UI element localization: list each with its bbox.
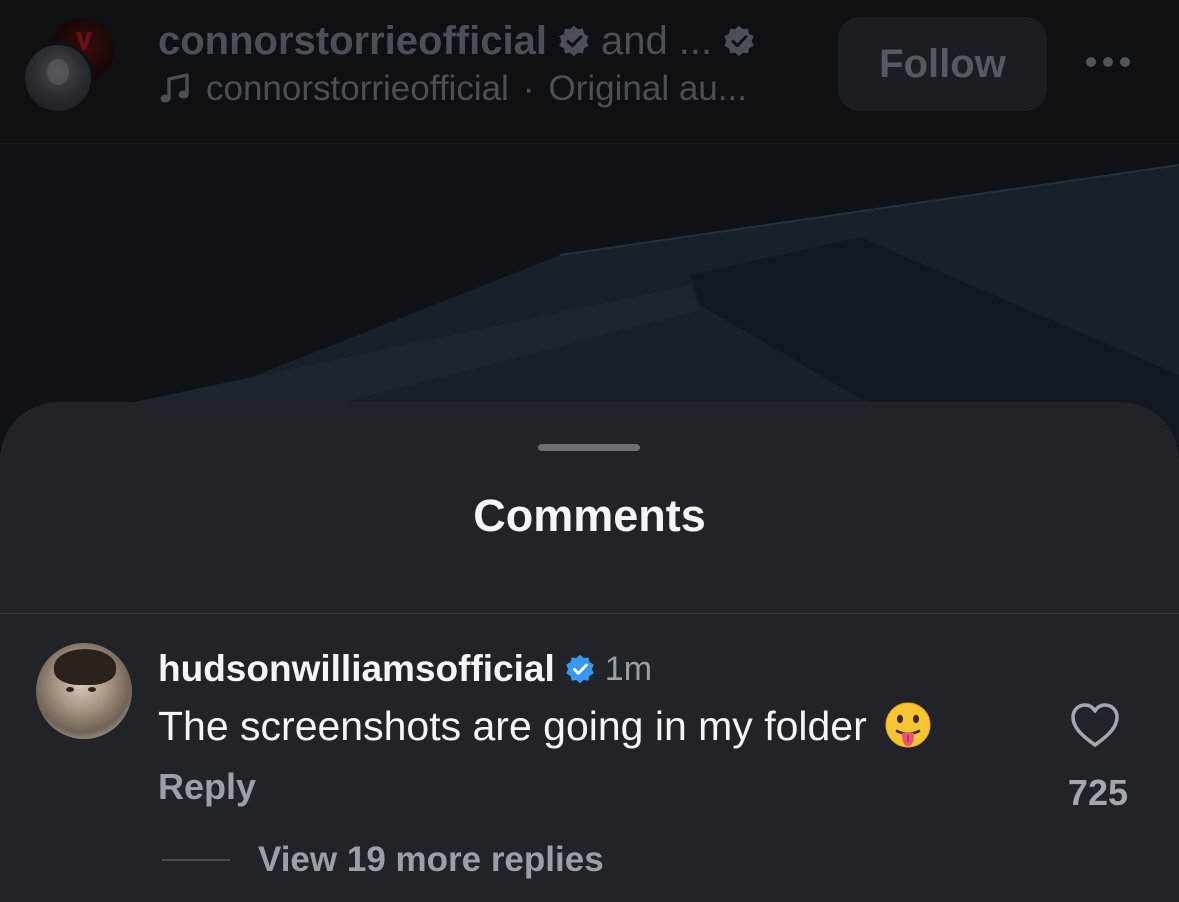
video-background bbox=[0, 145, 1179, 445]
comment-text-row: The screenshots are going in my folder bbox=[158, 702, 933, 750]
comment-header: hudsonwilliamsofficial 1m bbox=[158, 646, 652, 692]
comments-sheet: Comments hudsonwilliamsofficial 1m The s… bbox=[0, 402, 1179, 902]
face-with-tongue-icon bbox=[885, 702, 931, 748]
music-note-icon bbox=[160, 73, 189, 103]
verified-badge-icon bbox=[724, 25, 754, 57]
collab-avatars[interactable] bbox=[22, 16, 122, 116]
commenter-username[interactable]: hudsonwilliamsofficial bbox=[158, 648, 555, 690]
commenter-avatar[interactable] bbox=[36, 643, 132, 739]
replies-divider-line bbox=[162, 859, 230, 861]
divider bbox=[0, 613, 1179, 614]
author-username-row[interactable]: connorstorrieofficial and ... bbox=[158, 18, 756, 64]
audio-row[interactable]: connorstorrieofficial · Original au... bbox=[158, 68, 747, 110]
and-more-label[interactable]: and ... bbox=[601, 19, 712, 64]
author-avatar bbox=[22, 42, 94, 114]
audio-owner: connorstorrieofficial bbox=[206, 69, 509, 108]
verified-badge-icon bbox=[559, 25, 589, 57]
comment-text: The screenshots are going in my folder bbox=[158, 702, 867, 749]
video-frame[interactable] bbox=[0, 145, 1179, 445]
comment-timestamp: 1m bbox=[604, 649, 653, 688]
follow-button[interactable]: Follow bbox=[838, 17, 1047, 111]
verified-badge-icon bbox=[566, 654, 594, 684]
heart-icon[interactable] bbox=[1069, 701, 1121, 749]
reply-button[interactable]: Reply bbox=[158, 766, 256, 808]
audio-title: Original au... bbox=[548, 69, 747, 108]
reel-header: connorstorrieofficial and ... connorstor… bbox=[0, 0, 1179, 144]
view-more-replies-button[interactable]: View 19 more replies bbox=[258, 840, 604, 880]
audio-separator: · bbox=[522, 69, 535, 108]
author-username[interactable]: connorstorrieofficial bbox=[158, 19, 547, 64]
more-horizontal-icon[interactable] bbox=[1086, 52, 1140, 72]
like-count: 725 bbox=[1067, 772, 1128, 813]
sheet-title: Comments bbox=[473, 490, 706, 541]
sheet-grabber-handle[interactable] bbox=[538, 444, 640, 451]
